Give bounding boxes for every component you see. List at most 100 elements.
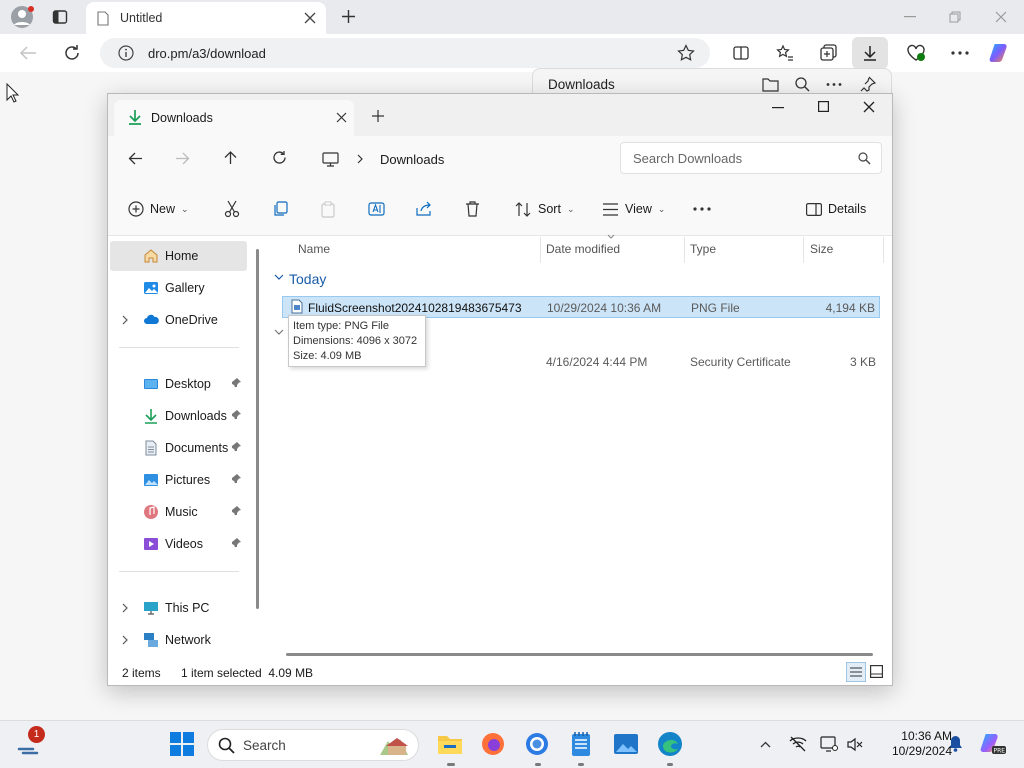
- copy-button[interactable]: [272, 197, 288, 221]
- column-divider[interactable]: [540, 237, 541, 263]
- add-favorite-icon[interactable]: [677, 44, 695, 62]
- open-folder-icon[interactable]: [762, 77, 779, 92]
- search-downloads-input[interactable]: Search Downloads: [620, 142, 882, 174]
- address-bar[interactable]: dro.pm/a3/download: [100, 38, 710, 68]
- nav-back-icon[interactable]: [128, 152, 143, 165]
- breadcrumb-chevron-icon[interactable]: [357, 154, 364, 164]
- browser-minimize-icon[interactable]: [904, 16, 916, 18]
- running-indicator: [535, 763, 541, 766]
- view-button[interactable]: View ⌄: [602, 197, 665, 221]
- nav-item-onedrive[interactable]: OneDrive: [110, 305, 247, 335]
- downloads-button[interactable]: [852, 37, 888, 69]
- browser-tab[interactable]: Untitled: [86, 2, 326, 34]
- firefox-icon[interactable]: [481, 732, 505, 756]
- nav-item-downloads[interactable]: Downloads: [110, 401, 247, 431]
- explorer-tab[interactable]: Downloads: [114, 100, 354, 136]
- copilot-icon[interactable]: [989, 41, 1013, 65]
- delete-button[interactable]: [465, 197, 480, 221]
- paste-button[interactable]: [320, 197, 336, 221]
- back-icon[interactable]: [19, 45, 37, 61]
- sort-button[interactable]: Sort ⌄: [515, 197, 574, 221]
- flyout-more-icon[interactable]: [826, 83, 842, 86]
- nav-label-network: Network: [165, 633, 211, 647]
- chrome-icon[interactable]: [525, 732, 549, 756]
- minimize-icon[interactable]: [772, 107, 784, 109]
- share-icon: [416, 201, 431, 216]
- new-tab-icon[interactable]: [341, 9, 356, 24]
- network-status-icon[interactable]: [789, 736, 807, 752]
- site-info-icon[interactable]: [118, 45, 134, 61]
- nav-up-icon[interactable]: [224, 150, 237, 165]
- nav-item-documents[interactable]: Documents: [110, 433, 247, 463]
- nav-forward-icon[interactable]: [175, 152, 190, 165]
- column-date-modified[interactable]: Date modified: [546, 242, 620, 256]
- volume-muted-icon[interactable]: [847, 737, 863, 752]
- system-clock[interactable]: 10:36 AM 10/29/2024: [868, 729, 952, 759]
- group-collapse-chevron-icon[interactable]: [274, 329, 284, 336]
- column-name[interactable]: Name: [298, 242, 330, 256]
- notepad-icon[interactable]: [571, 731, 591, 757]
- more-options-icon[interactable]: [951, 51, 969, 55]
- nav-item-desktop[interactable]: Desktop: [110, 369, 247, 399]
- large-icons-view-button[interactable]: [870, 665, 883, 678]
- group-header-today[interactable]: Today: [289, 271, 326, 287]
- start-windows-icon[interactable]: [170, 732, 194, 756]
- close-explorer-tab-icon[interactable]: [336, 112, 347, 123]
- expand-chevron-icon[interactable]: [122, 603, 129, 613]
- new-explorer-tab-icon[interactable]: [372, 110, 384, 122]
- horizontal-scrollbar[interactable]: [286, 653, 873, 656]
- nav-item-gallery[interactable]: Gallery: [110, 273, 247, 303]
- see-more-button[interactable]: [693, 197, 711, 221]
- taskbar-search-box[interactable]: Search: [207, 729, 419, 761]
- rename-button[interactable]: [368, 197, 385, 221]
- column-size[interactable]: Size: [810, 242, 833, 256]
- nav-item-pictures[interactable]: Pictures: [110, 465, 247, 495]
- display-icon[interactable]: [820, 736, 838, 752]
- cut-button[interactable]: [224, 197, 240, 221]
- edge-icon[interactable]: [657, 731, 683, 757]
- tab-actions-icon[interactable]: [52, 9, 68, 25]
- browser-restore-icon[interactable]: [949, 11, 961, 23]
- profile-avatar-icon[interactable]: [10, 5, 34, 29]
- page-icon: [97, 11, 109, 26]
- nav-scrollbar[interactable]: [256, 249, 259, 609]
- share-button[interactable]: [416, 197, 433, 221]
- taskbar-search-label: Search: [243, 738, 286, 753]
- column-divider[interactable]: [883, 237, 884, 263]
- photos-icon[interactable]: [613, 732, 639, 756]
- nav-item-music[interactable]: Music: [110, 497, 247, 527]
- maximize-icon[interactable]: [818, 101, 829, 112]
- group-collapse-chevron-icon[interactable]: [274, 274, 284, 281]
- nav-item-network[interactable]: Network: [110, 625, 247, 655]
- this-pc-breadcrumb-icon[interactable]: [322, 151, 339, 167]
- breadcrumb[interactable]: Downloads: [310, 142, 610, 176]
- browser-close-icon[interactable]: [995, 11, 1007, 23]
- expand-chevron-icon[interactable]: [122, 315, 129, 325]
- new-button[interactable]: New ⌄: [128, 197, 189, 221]
- show-hidden-icons-chevron-icon[interactable]: [760, 741, 771, 748]
- expand-chevron-icon[interactable]: [122, 635, 129, 645]
- column-divider[interactable]: [803, 237, 804, 263]
- split-screen-icon[interactable]: [733, 45, 749, 61]
- copilot-taskbar-icon[interactable]: PRE: [980, 732, 1006, 756]
- breadcrumb-downloads[interactable]: Downloads: [380, 152, 444, 167]
- downloads-icon: [145, 409, 157, 424]
- nav-item-home[interactable]: Home: [110, 241, 247, 271]
- details-view-button[interactable]: [846, 662, 866, 682]
- documents-icon: [145, 440, 157, 456]
- pin-flyout-icon[interactable]: [860, 76, 876, 92]
- details-pane-button[interactable]: Details: [806, 197, 866, 221]
- search-downloads-icon[interactable]: [795, 77, 810, 92]
- nav-item-videos[interactable]: Videos: [110, 529, 247, 559]
- file-explorer-taskbar-icon[interactable]: [437, 732, 463, 756]
- refresh-icon[interactable]: [63, 44, 81, 62]
- column-divider[interactable]: [684, 237, 685, 263]
- nav-item-this-pc[interactable]: This PC: [110, 593, 247, 623]
- close-tab-icon[interactable]: [304, 12, 316, 24]
- close-window-icon[interactable]: [863, 101, 875, 113]
- favorites-icon[interactable]: [776, 44, 794, 62]
- collections-icon[interactable]: [820, 44, 837, 61]
- column-type[interactable]: Type: [690, 242, 716, 256]
- nav-refresh-icon[interactable]: [272, 150, 287, 165]
- browser-essentials-icon[interactable]: [906, 44, 926, 62]
